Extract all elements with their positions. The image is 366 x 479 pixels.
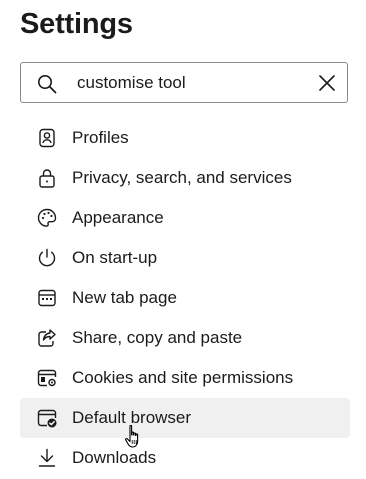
- palette-icon: [36, 207, 58, 229]
- nav-item-default-browser[interactable]: Default browser: [20, 398, 350, 438]
- nav-item-appearance[interactable]: Appearance: [20, 198, 350, 238]
- nav-item-label: Downloads: [72, 448, 157, 467]
- download-icon: [36, 447, 58, 469]
- nav-item-label: Appearance: [72, 208, 164, 227]
- nav-item-label: Default browser: [72, 408, 192, 427]
- share-icon: [36, 327, 58, 349]
- cookies-permissions-icon: [36, 367, 58, 389]
- search-box[interactable]: [20, 62, 348, 103]
- nav-item-profiles[interactable]: Profiles: [20, 118, 350, 158]
- new-tab-icon: [36, 287, 58, 309]
- nav-item-new-tab-page[interactable]: New tab page: [20, 278, 350, 318]
- settings-sidebar: Settings Profiles: [0, 0, 366, 479]
- nav-item-label: Cookies and site permissions: [72, 368, 294, 387]
- nav-item-startup[interactable]: On start-up: [20, 238, 350, 278]
- nav-item-downloads[interactable]: Downloads: [20, 438, 350, 478]
- search-icon: [37, 74, 57, 94]
- nav-item-share-copy-paste[interactable]: Share, copy and paste: [20, 318, 350, 358]
- nav-item-label: On start-up: [72, 248, 158, 267]
- nav-item-label: New tab page: [72, 288, 177, 307]
- nav-item-label: Share, copy and paste: [72, 328, 243, 347]
- default-browser-icon: [36, 407, 58, 429]
- nav-item-label: Profiles: [72, 128, 129, 147]
- power-icon: [36, 247, 58, 269]
- page-title: Settings: [20, 8, 133, 40]
- nav-item-cookies[interactable]: Cookies and site permissions: [20, 358, 350, 398]
- search-input[interactable]: [77, 71, 297, 95]
- profile-icon: [36, 127, 58, 149]
- settings-nav: Profiles Privacy, search, and services A…: [20, 118, 350, 478]
- nav-item-label: Privacy, search, and services: [72, 168, 292, 187]
- clear-search-icon[interactable]: [317, 73, 337, 93]
- nav-item-privacy[interactable]: Privacy, search, and services: [20, 158, 350, 198]
- lock-icon: [36, 167, 58, 189]
